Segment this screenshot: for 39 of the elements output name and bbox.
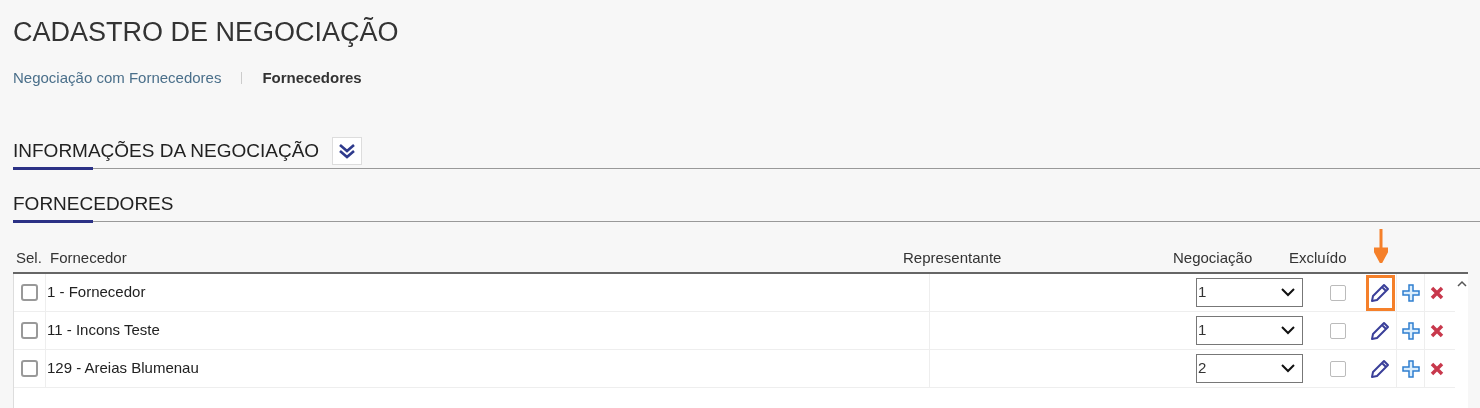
breadcrumb-current: Fornecedores	[262, 68, 362, 88]
column-header: Fornecedor	[50, 248, 127, 268]
delete-icon[interactable]	[1430, 285, 1444, 300]
table-cell-text: 11 - Incons Teste	[46, 320, 160, 341]
pencil-icon	[1370, 320, 1390, 341]
column-header: Negociação	[1173, 248, 1253, 268]
breadcrumb-link[interactable]: Negociação com Fornecedores	[13, 68, 222, 88]
negotiation-select[interactable]: 1	[1196, 278, 1303, 307]
arrow-icon	[1374, 229, 1388, 263]
delete-icon[interactable]	[1430, 361, 1444, 376]
row-checkbox[interactable]	[21, 360, 38, 377]
chevron-down-icon	[1281, 288, 1295, 297]
delete-icon[interactable]	[1430, 323, 1444, 338]
column-header: Excluído	[1289, 248, 1347, 268]
plus-icon[interactable]	[1401, 283, 1420, 302]
plus-icon[interactable]	[1401, 359, 1420, 378]
excluded-checkbox[interactable]	[1329, 322, 1346, 339]
expand-button[interactable]	[332, 137, 363, 165]
chevron-down-icon	[1281, 326, 1295, 335]
excluded-checkbox[interactable]	[1329, 360, 1346, 377]
table-cell-text: 129 - Areias Blumenau	[46, 358, 199, 379]
excluded-checkbox[interactable]	[1329, 284, 1346, 301]
table-cell-text: 1 - Fornecedor	[46, 282, 146, 303]
row-checkbox[interactable]	[21, 322, 38, 339]
page-title: CADASTRO DE NEGOCIAÇÃO	[13, 16, 399, 49]
column-header: Sel.	[16, 248, 42, 268]
double-chevron-icon	[338, 143, 357, 159]
chevron-down-icon	[1281, 364, 1295, 373]
section-title: INFORMAÇÕES DA NEGOCIAÇÃO	[13, 138, 320, 163]
pencil-icon	[1370, 282, 1390, 303]
section-title: FORNECEDORES	[13, 191, 174, 216]
scroll-up-icon[interactable]	[1456, 280, 1467, 287]
plus-icon[interactable]	[1401, 321, 1420, 340]
row-checkbox[interactable]	[21, 284, 38, 301]
edit-button[interactable]	[1365, 274, 1395, 311]
pencil-icon	[1370, 358, 1390, 379]
negotiation-select[interactable]: 2	[1196, 354, 1303, 383]
negotiation-select[interactable]: 1	[1196, 316, 1303, 345]
column-header: Representante	[903, 248, 1002, 268]
